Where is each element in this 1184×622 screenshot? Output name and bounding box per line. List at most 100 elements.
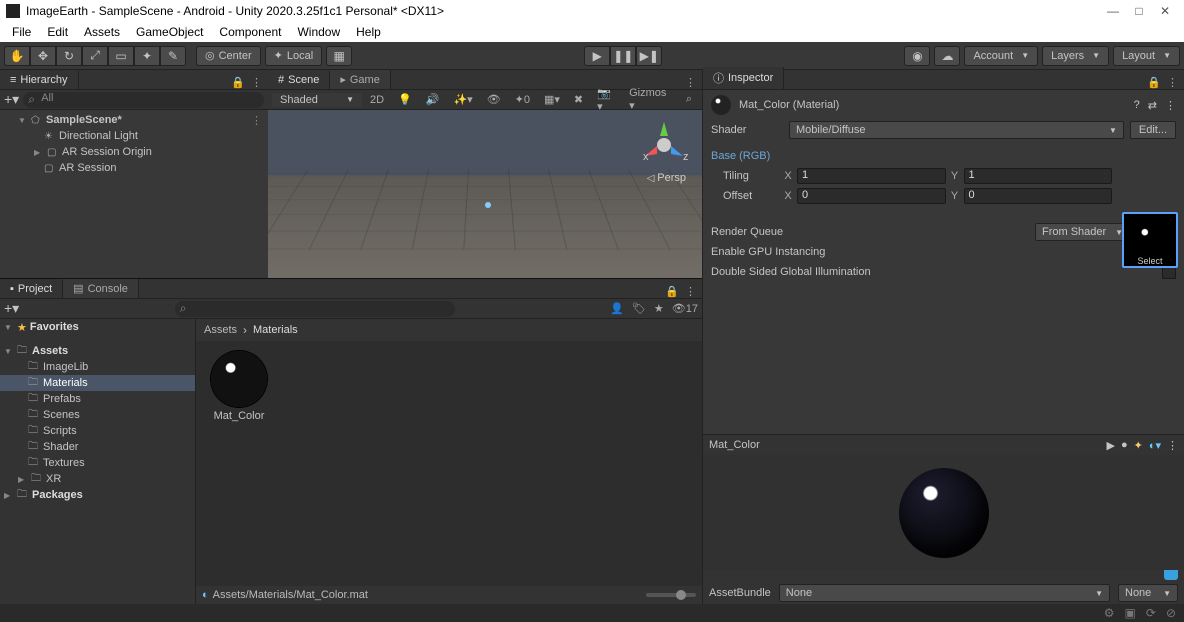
maximize-button[interactable]: □ [1126,4,1152,18]
texture-slot[interactable]: Select [1122,212,1178,268]
pivot-center-toggle[interactable]: ◎Center [196,46,261,66]
asset-label-tag[interactable] [1164,570,1178,580]
menu-edit[interactable]: Edit [39,23,76,41]
project-lock-icon[interactable]: 🔒 [665,285,679,298]
preview-play-icon[interactable]: ▶ [1106,439,1114,452]
inspector-lock-icon[interactable]: 🔒 [1147,76,1161,89]
edit-shader-button[interactable]: Edit... [1130,121,1176,139]
hierarchy-add-button[interactable]: +▾ [4,91,19,108]
folder-row[interactable]: ▶🗀XR [0,471,195,487]
hierarchy-item[interactable]: ▢AR Session [0,160,268,176]
game-tab[interactable]: ▸ Game [330,70,391,89]
hierarchy-item[interactable]: ▶▢AR Session Origin [0,144,268,160]
tiling-y-field[interactable]: 1 [964,168,1113,184]
asset-material[interactable]: Mat_Color [206,351,272,422]
base-texture-section[interactable]: Base (RGB) [703,146,1184,166]
project-search[interactable] [175,301,455,317]
menu-component[interactable]: Component [211,23,289,41]
favorite-icon[interactable]: ★ [654,302,664,315]
preview-wireframe-icon[interactable]: ◐▾ [1149,439,1161,452]
audio-toggle[interactable]: 🔊 [420,91,446,108]
preview-menu-icon[interactable]: ⋮ [1167,439,1178,452]
fx-toggle[interactable]: ✨▾ [447,91,478,108]
project-menu-icon[interactable]: ⋮ [685,285,696,298]
inspector-menu-icon[interactable]: ⋮ [1167,76,1178,89]
orientation-gizmo[interactable]: x z [637,118,692,173]
header-menu-icon[interactable]: ⋮ [1165,99,1176,112]
folder-row[interactable]: 🗀ImageLib [0,359,195,375]
layout-dropdown[interactable]: Layout▼ [1113,46,1180,66]
status-icon[interactable]: ⚙ [1104,606,1115,620]
project-add-button[interactable]: +▾ [4,300,19,317]
close-button[interactable]: ✕ [1152,4,1178,18]
status-icon[interactable]: ⟳ [1146,606,1156,620]
status-icon[interactable]: ⊘ [1166,606,1176,620]
shading-mode-dropdown[interactable]: Shaded▼ [272,93,362,107]
menu-help[interactable]: Help [348,23,389,41]
account-dropdown[interactable]: Account▼ [964,46,1038,66]
grid-toggle[interactable]: ▦▾ [538,91,566,108]
hierarchy-menu-icon[interactable]: ⋮ [251,76,262,89]
folder-row[interactable]: 🗀Textures [0,455,195,471]
custom-tool[interactable]: ✎ [160,46,186,66]
rect-tool[interactable]: ▭ [108,46,134,66]
packages-folder[interactable]: ▶🗀Packages [0,487,195,503]
folder-row[interactable]: 🗀Scenes [0,407,195,423]
hierarchy-item[interactable]: ☀Directional Light [0,128,268,144]
render-queue-mode[interactable]: From Shader▼ [1035,223,1130,241]
console-tab[interactable]: ▤ Console [63,279,139,298]
projection-label[interactable]: ◁ Persp [647,172,686,184]
filter-label-icon[interactable]: 🏷 [632,302,646,315]
minimize-button[interactable]: — [1100,4,1126,18]
folder-row[interactable]: 🗀Scripts [0,423,195,439]
hidden-toggle[interactable]: 👁 [481,91,507,108]
hierarchy-search[interactable]: All [23,92,264,108]
assetbundle-variant-dropdown[interactable]: None▼ [1118,584,1178,602]
assetbundle-name-dropdown[interactable]: None▼ [779,584,1110,602]
thumbnail-size-slider[interactable] [646,593,696,597]
menu-file[interactable]: File [4,23,39,41]
texture-select-label[interactable]: Select [1124,256,1176,266]
favorites-folder[interactable]: ▼★Favorites [0,319,195,335]
hierarchy-tab[interactable]: ≡ Hierarchy [0,71,79,89]
step-button[interactable]: ▶❚ [636,46,662,66]
preset-icon[interactable]: ⇄ [1148,99,1157,112]
preview-light-icon[interactable]: ✦ [1134,439,1143,452]
rotate-tool[interactable]: ↻ [56,46,82,66]
layers-dropdown[interactable]: Layers▼ [1042,46,1109,66]
assets-folder[interactable]: ▼🗀Assets [0,343,195,359]
folder-row[interactable]: 🗀Shader [0,439,195,455]
shader-dropdown[interactable]: Mobile/Diffuse▼ [789,121,1124,139]
preview-sphere-icon[interactable]: ● [1121,439,1128,451]
offset-x-field[interactable]: 0 [797,188,946,204]
hidden-count[interactable]: 👁17 [672,302,698,315]
project-tab[interactable]: ▪ Project [0,280,63,298]
filter-type-icon[interactable]: 👤 [610,302,624,315]
help-icon[interactable]: ? [1134,99,1140,111]
scene-viewport[interactable]: x z ◁ Persp [268,110,702,278]
inspector-tab[interactable]: ⓘ Inspector [703,67,784,89]
hand-tool[interactable]: ✋ [4,46,30,66]
play-button[interactable]: ▶ [584,46,610,66]
scene-menu-icon[interactable]: ⋮ [685,76,696,89]
transform-tool[interactable]: ✦ [134,46,160,66]
menu-window[interactable]: Window [289,23,348,41]
move-tool[interactable]: ✥ [30,46,56,66]
breadcrumb[interactable]: Assets › Materials [196,319,702,341]
folder-row[interactable]: 🗀Prefabs [0,391,195,407]
pivot-local-toggle[interactable]: ✦Local [265,46,323,66]
hierarchy-lock-icon[interactable]: 🔒 [231,76,245,89]
scene-row[interactable]: ▼⬠SampleScene*⋮ [0,112,268,128]
menu-gameobject[interactable]: GameObject [128,23,211,41]
lighting-toggle[interactable]: 💡 [392,91,418,108]
menu-assets[interactable]: Assets [76,23,128,41]
pause-button[interactable]: ❚❚ [610,46,636,66]
scene-search-icon[interactable]: ⌕ [680,91,698,108]
tiling-x-field[interactable]: 1 [797,168,946,184]
tools-toggle[interactable]: ✖ [568,91,589,108]
collab-button[interactable]: ◉ [904,46,930,66]
status-icon[interactable]: ▣ [1125,606,1136,620]
particle-toggle[interactable]: ✦0 [509,91,536,108]
2d-toggle[interactable]: 2D [364,92,390,108]
material-preview[interactable] [703,455,1184,570]
